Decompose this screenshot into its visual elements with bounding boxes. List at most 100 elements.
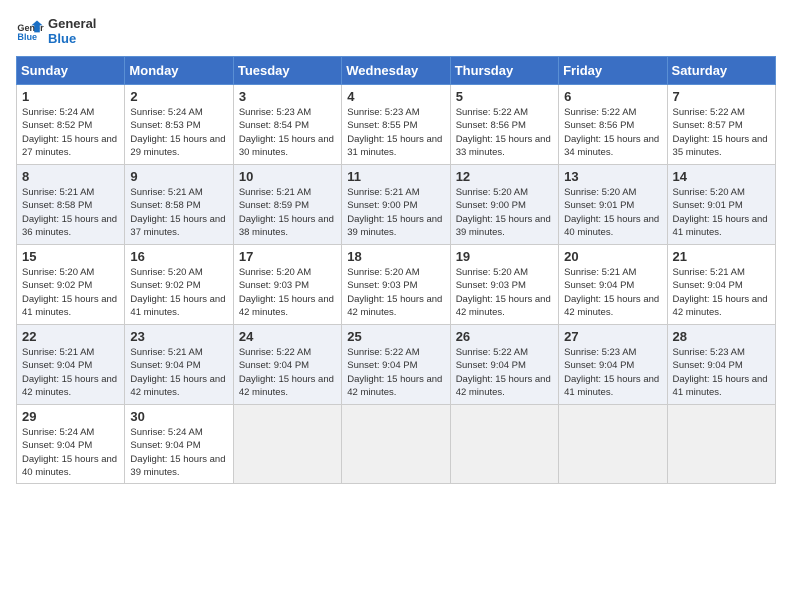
- header-friday: Friday: [559, 57, 667, 85]
- day-info: Sunrise: 5:21 AM Sunset: 9:04 PM Dayligh…: [564, 266, 661, 319]
- calendar-week-row: 22 Sunrise: 5:21 AM Sunset: 9:04 PM Dayl…: [17, 325, 776, 405]
- calendar-day-cell: 7 Sunrise: 5:22 AM Sunset: 8:57 PM Dayli…: [667, 85, 775, 165]
- calendar-week-row: 29 Sunrise: 5:24 AM Sunset: 9:04 PM Dayl…: [17, 405, 776, 484]
- day-number: 18: [347, 249, 444, 264]
- calendar-day-cell: 3 Sunrise: 5:23 AM Sunset: 8:54 PM Dayli…: [233, 85, 341, 165]
- logo-icon: General Blue: [16, 17, 44, 45]
- calendar-day-cell: 16 Sunrise: 5:20 AM Sunset: 9:02 PM Dayl…: [125, 245, 233, 325]
- day-number: 28: [673, 329, 770, 344]
- day-number: 2: [130, 89, 227, 104]
- calendar-week-row: 15 Sunrise: 5:20 AM Sunset: 9:02 PM Dayl…: [17, 245, 776, 325]
- calendar-day-cell: 26 Sunrise: 5:22 AM Sunset: 9:04 PM Dayl…: [450, 325, 558, 405]
- calendar-day-cell: 24 Sunrise: 5:22 AM Sunset: 9:04 PM Dayl…: [233, 325, 341, 405]
- calendar-day-cell: 23 Sunrise: 5:21 AM Sunset: 9:04 PM Dayl…: [125, 325, 233, 405]
- day-info: Sunrise: 5:22 AM Sunset: 8:57 PM Dayligh…: [673, 106, 770, 159]
- calendar-day-cell: 6 Sunrise: 5:22 AM Sunset: 8:56 PM Dayli…: [559, 85, 667, 165]
- day-number: 9: [130, 169, 227, 184]
- calendar-day-cell: 20 Sunrise: 5:21 AM Sunset: 9:04 PM Dayl…: [559, 245, 667, 325]
- calendar-header-row: SundayMondayTuesdayWednesdayThursdayFrid…: [17, 57, 776, 85]
- day-number: 15: [22, 249, 119, 264]
- calendar-day-cell: 12 Sunrise: 5:20 AM Sunset: 9:00 PM Dayl…: [450, 165, 558, 245]
- day-info: Sunrise: 5:23 AM Sunset: 8:54 PM Dayligh…: [239, 106, 336, 159]
- day-number: 6: [564, 89, 661, 104]
- day-number: 7: [673, 89, 770, 104]
- calendar-day-cell: 28 Sunrise: 5:23 AM Sunset: 9:04 PM Dayl…: [667, 325, 775, 405]
- day-info: Sunrise: 5:20 AM Sunset: 9:03 PM Dayligh…: [347, 266, 444, 319]
- day-info: Sunrise: 5:23 AM Sunset: 9:04 PM Dayligh…: [564, 346, 661, 399]
- day-number: 20: [564, 249, 661, 264]
- calendar-day-cell: 2 Sunrise: 5:24 AM Sunset: 8:53 PM Dayli…: [125, 85, 233, 165]
- day-info: Sunrise: 5:20 AM Sunset: 9:02 PM Dayligh…: [130, 266, 227, 319]
- calendar-day-cell: [559, 405, 667, 484]
- calendar-day-cell: 14 Sunrise: 5:20 AM Sunset: 9:01 PM Dayl…: [667, 165, 775, 245]
- day-info: Sunrise: 5:24 AM Sunset: 8:52 PM Dayligh…: [22, 106, 119, 159]
- day-info: Sunrise: 5:21 AM Sunset: 9:04 PM Dayligh…: [673, 266, 770, 319]
- header-sunday: Sunday: [17, 57, 125, 85]
- day-number: 11: [347, 169, 444, 184]
- day-number: 24: [239, 329, 336, 344]
- calendar-day-cell: 25 Sunrise: 5:22 AM Sunset: 9:04 PM Dayl…: [342, 325, 450, 405]
- day-info: Sunrise: 5:22 AM Sunset: 9:04 PM Dayligh…: [347, 346, 444, 399]
- calendar-week-row: 8 Sunrise: 5:21 AM Sunset: 8:58 PM Dayli…: [17, 165, 776, 245]
- calendar-day-cell: 17 Sunrise: 5:20 AM Sunset: 9:03 PM Dayl…: [233, 245, 341, 325]
- day-number: 8: [22, 169, 119, 184]
- day-info: Sunrise: 5:22 AM Sunset: 8:56 PM Dayligh…: [456, 106, 553, 159]
- logo: General Blue General Blue: [16, 16, 96, 46]
- page-header: General Blue General Blue: [16, 16, 776, 46]
- day-info: Sunrise: 5:24 AM Sunset: 9:04 PM Dayligh…: [22, 426, 119, 479]
- day-number: 19: [456, 249, 553, 264]
- day-info: Sunrise: 5:21 AM Sunset: 8:59 PM Dayligh…: [239, 186, 336, 239]
- day-number: 12: [456, 169, 553, 184]
- calendar-day-cell: 21 Sunrise: 5:21 AM Sunset: 9:04 PM Dayl…: [667, 245, 775, 325]
- calendar-day-cell: 4 Sunrise: 5:23 AM Sunset: 8:55 PM Dayli…: [342, 85, 450, 165]
- header-monday: Monday: [125, 57, 233, 85]
- day-number: 27: [564, 329, 661, 344]
- calendar-day-cell: 13 Sunrise: 5:20 AM Sunset: 9:01 PM Dayl…: [559, 165, 667, 245]
- day-number: 16: [130, 249, 227, 264]
- calendar-day-cell: 8 Sunrise: 5:21 AM Sunset: 8:58 PM Dayli…: [17, 165, 125, 245]
- calendar-day-cell: 30 Sunrise: 5:24 AM Sunset: 9:04 PM Dayl…: [125, 405, 233, 484]
- day-number: 23: [130, 329, 227, 344]
- calendar-week-row: 1 Sunrise: 5:24 AM Sunset: 8:52 PM Dayli…: [17, 85, 776, 165]
- day-info: Sunrise: 5:22 AM Sunset: 8:56 PM Dayligh…: [564, 106, 661, 159]
- day-number: 1: [22, 89, 119, 104]
- calendar-day-cell: 9 Sunrise: 5:21 AM Sunset: 8:58 PM Dayli…: [125, 165, 233, 245]
- day-number: 5: [456, 89, 553, 104]
- day-info: Sunrise: 5:24 AM Sunset: 9:04 PM Dayligh…: [130, 426, 227, 479]
- calendar-day-cell: 15 Sunrise: 5:20 AM Sunset: 9:02 PM Dayl…: [17, 245, 125, 325]
- header-thursday: Thursday: [450, 57, 558, 85]
- calendar-day-cell: 11 Sunrise: 5:21 AM Sunset: 9:00 PM Dayl…: [342, 165, 450, 245]
- calendar-day-cell: 18 Sunrise: 5:20 AM Sunset: 9:03 PM Dayl…: [342, 245, 450, 325]
- calendar-day-cell: [233, 405, 341, 484]
- calendar-day-cell: 10 Sunrise: 5:21 AM Sunset: 8:59 PM Dayl…: [233, 165, 341, 245]
- logo-general: General: [48, 16, 96, 31]
- calendar-table: SundayMondayTuesdayWednesdayThursdayFrid…: [16, 56, 776, 484]
- day-info: Sunrise: 5:20 AM Sunset: 9:02 PM Dayligh…: [22, 266, 119, 319]
- calendar-day-cell: 5 Sunrise: 5:22 AM Sunset: 8:56 PM Dayli…: [450, 85, 558, 165]
- day-info: Sunrise: 5:20 AM Sunset: 9:00 PM Dayligh…: [456, 186, 553, 239]
- day-info: Sunrise: 5:20 AM Sunset: 9:01 PM Dayligh…: [564, 186, 661, 239]
- day-info: Sunrise: 5:21 AM Sunset: 9:04 PM Dayligh…: [22, 346, 119, 399]
- day-info: Sunrise: 5:23 AM Sunset: 9:04 PM Dayligh…: [673, 346, 770, 399]
- day-info: Sunrise: 5:23 AM Sunset: 8:55 PM Dayligh…: [347, 106, 444, 159]
- day-info: Sunrise: 5:20 AM Sunset: 9:01 PM Dayligh…: [673, 186, 770, 239]
- calendar-day-cell: 27 Sunrise: 5:23 AM Sunset: 9:04 PM Dayl…: [559, 325, 667, 405]
- day-number: 14: [673, 169, 770, 184]
- day-info: Sunrise: 5:20 AM Sunset: 9:03 PM Dayligh…: [456, 266, 553, 319]
- day-number: 13: [564, 169, 661, 184]
- svg-text:Blue: Blue: [17, 32, 37, 42]
- header-saturday: Saturday: [667, 57, 775, 85]
- day-info: Sunrise: 5:22 AM Sunset: 9:04 PM Dayligh…: [456, 346, 553, 399]
- calendar-day-cell: [667, 405, 775, 484]
- day-info: Sunrise: 5:20 AM Sunset: 9:03 PM Dayligh…: [239, 266, 336, 319]
- calendar-day-cell: 29 Sunrise: 5:24 AM Sunset: 9:04 PM Dayl…: [17, 405, 125, 484]
- logo-blue: Blue: [48, 31, 96, 46]
- day-info: Sunrise: 5:24 AM Sunset: 8:53 PM Dayligh…: [130, 106, 227, 159]
- header-wednesday: Wednesday: [342, 57, 450, 85]
- calendar-day-cell: 22 Sunrise: 5:21 AM Sunset: 9:04 PM Dayl…: [17, 325, 125, 405]
- day-info: Sunrise: 5:21 AM Sunset: 8:58 PM Dayligh…: [130, 186, 227, 239]
- calendar-day-cell: 19 Sunrise: 5:20 AM Sunset: 9:03 PM Dayl…: [450, 245, 558, 325]
- day-number: 3: [239, 89, 336, 104]
- day-info: Sunrise: 5:22 AM Sunset: 9:04 PM Dayligh…: [239, 346, 336, 399]
- day-number: 26: [456, 329, 553, 344]
